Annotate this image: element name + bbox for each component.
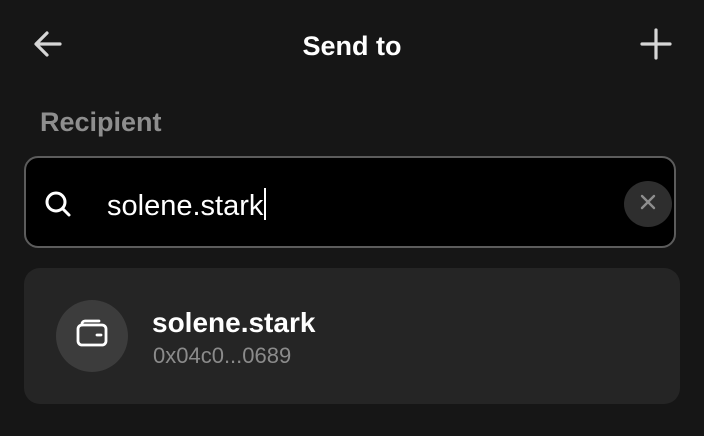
plus-icon bbox=[639, 27, 673, 66]
recipient-label: Recipient bbox=[40, 107, 162, 137]
search-input-value: solene.stark bbox=[107, 190, 264, 222]
recipient-result-item[interactable]: solene.stark 0x04c0...0689 bbox=[24, 268, 680, 404]
result-address: 0x04c0...0689 bbox=[153, 343, 292, 368]
add-contact-button[interactable] bbox=[632, 22, 680, 70]
page-title: Send to bbox=[302, 31, 402, 61]
clear-search-button[interactable] bbox=[624, 181, 672, 227]
recipient-search-input[interactable]: solene.stark bbox=[107, 188, 267, 223]
close-icon bbox=[639, 193, 657, 216]
recipient-search-field[interactable]: solene.stark bbox=[24, 156, 676, 248]
wallet-icon bbox=[75, 319, 109, 354]
avatar bbox=[56, 300, 128, 372]
text-caret bbox=[264, 188, 267, 220]
search-icon bbox=[42, 188, 74, 220]
result-name: solene.stark bbox=[152, 307, 316, 338]
